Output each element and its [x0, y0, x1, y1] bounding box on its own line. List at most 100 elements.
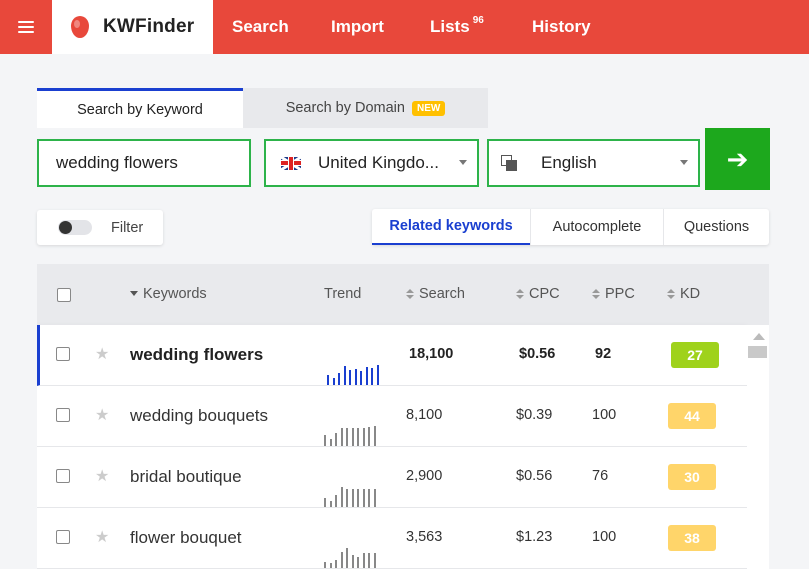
trend-bar	[349, 370, 351, 385]
nav-history-label: History	[532, 17, 591, 36]
tab-search-by-domain[interactable]: Search by Domain NEW	[243, 88, 488, 128]
table-row[interactable]: ★ wedding flowers 18,100 $0.56 92 27	[37, 325, 747, 386]
filter-switch[interactable]	[58, 220, 92, 235]
language-select[interactable]: English	[487, 139, 700, 187]
row-checkbox[interactable]	[56, 530, 70, 544]
nav-search-label: Search	[232, 17, 289, 36]
nav-lists[interactable]: Lists 96	[430, 0, 484, 54]
header-cpc[interactable]: CPC	[516, 286, 560, 302]
trend-bar	[351, 428, 354, 446]
row-keyword: bridal boutique	[130, 467, 242, 486]
trend-bar	[340, 487, 343, 507]
select-all-checkbox[interactable]	[57, 288, 71, 302]
row-ppc: 100	[592, 529, 617, 545]
trend-bar	[335, 495, 337, 507]
new-badge: NEW	[411, 100, 446, 116]
header-kd[interactable]: KD	[667, 286, 700, 302]
row-checkbox[interactable]	[56, 347, 70, 361]
row-cpc: $1.23	[516, 529, 553, 545]
nav-history[interactable]: History	[532, 0, 591, 54]
trend-bar	[354, 369, 357, 385]
menu-button[interactable]	[0, 0, 52, 54]
trend-bar	[329, 501, 332, 507]
row-kd-badge: 30	[668, 464, 716, 490]
chevron-down-icon	[459, 160, 467, 165]
trend-bar	[335, 433, 337, 446]
trend-bar	[327, 375, 329, 385]
keyword-input[interactable]: wedding flowers	[37, 139, 251, 187]
row-cpc: $0.39	[516, 407, 553, 423]
nav-import[interactable]: Import	[331, 0, 384, 54]
trend-sparkline	[327, 363, 383, 385]
filter-toggle-button[interactable]: Filter	[37, 210, 163, 245]
trend-bar	[357, 428, 359, 446]
tab-search-by-domain-label: Search by Domain	[285, 100, 405, 116]
star-icon[interactable]: ★	[95, 344, 109, 364]
header-cpc-label: CPC	[529, 286, 560, 302]
trend-bar	[368, 427, 370, 446]
trend-bar	[365, 367, 368, 385]
tab-questions-label: Questions	[683, 219, 750, 235]
row-ppc: 100	[592, 407, 617, 423]
row-ppc: 92	[595, 346, 612, 362]
trend-bar	[373, 553, 376, 568]
row-kd-badge: 38	[668, 525, 716, 551]
header-ppc[interactable]: PPC	[592, 286, 635, 302]
star-icon[interactable]: ★	[95, 466, 109, 486]
trend-bar	[362, 489, 365, 507]
trend-bar	[324, 498, 326, 507]
lists-count-badge: 96	[472, 15, 484, 26]
hamburger-icon	[18, 20, 34, 34]
trend-bar	[373, 489, 376, 507]
trend-bar	[368, 489, 370, 507]
header-ppc-label: PPC	[605, 286, 635, 302]
table-row[interactable]: ★ flower bouquet 3,563 $1.23 100 38	[37, 508, 747, 569]
trend-bar	[329, 439, 332, 446]
search-go-button[interactable]: ➔	[705, 128, 770, 190]
location-select[interactable]: United Kingdo...	[264, 139, 479, 187]
tab-related-keywords[interactable]: Related keywords	[372, 209, 530, 245]
row-cpc: $0.56	[519, 346, 556, 362]
location-select-value: United Kingdo...	[318, 153, 439, 172]
star-icon[interactable]: ★	[95, 405, 109, 425]
row-checkbox[interactable]	[56, 469, 70, 483]
tab-questions[interactable]: Questions	[663, 209, 769, 245]
trend-bar	[324, 562, 326, 568]
row-ppc: 76	[592, 468, 609, 484]
trend-bar	[332, 378, 335, 385]
language-select-value: English	[541, 153, 597, 172]
table-row[interactable]: ★ bridal boutique 2,900 $0.56 76 30	[37, 447, 747, 508]
tab-autocomplete[interactable]: Autocomplete	[530, 209, 663, 245]
trend-bar	[357, 557, 359, 568]
header-search[interactable]: Search	[406, 286, 465, 302]
sort-icon	[667, 289, 675, 299]
trend-bar	[324, 435, 326, 446]
trend-bar	[340, 552, 343, 568]
row-checkbox[interactable]	[56, 408, 70, 422]
star-icon[interactable]: ★	[95, 527, 109, 547]
tab-autocomplete-label: Autocomplete	[552, 219, 642, 235]
trend-bar	[357, 489, 359, 507]
scroll-thumb[interactable]	[748, 346, 767, 358]
search-mode-tabs: Search by Keyword Search by Domain NEW	[37, 88, 488, 128]
scroll-up-arrow-icon[interactable]	[753, 333, 765, 340]
header-keywords[interactable]: Keywords	[130, 286, 207, 302]
results-table: Keywords Trend Search CPC PPC KD ★ weddi…	[37, 264, 769, 569]
trend-bar	[376, 365, 379, 385]
trend-bar	[329, 563, 332, 568]
keyword-type-tabs: Related keywords Autocomplete Questions	[372, 209, 769, 245]
table-row[interactable]: ★ wedding bouquets 8,100 $0.39 100 44	[37, 386, 747, 447]
trend-bar	[362, 553, 365, 568]
row-kd-badge: 44	[668, 403, 716, 429]
row-cpc: $0.56	[516, 468, 553, 484]
trend-bar	[340, 428, 343, 446]
row-search-volume: 3,563	[406, 529, 443, 545]
sort-desc-icon	[130, 291, 138, 296]
table-scrollbar[interactable]	[747, 325, 769, 569]
toggle-knob	[59, 221, 72, 234]
nav-lists-label: Lists	[430, 17, 470, 36]
nav-search[interactable]: Search	[232, 0, 289, 54]
row-keyword: flower bouquet	[130, 528, 242, 547]
tab-search-by-keyword[interactable]: Search by Keyword	[37, 88, 243, 128]
brand-tab[interactable]: KWFinder	[52, 0, 213, 54]
